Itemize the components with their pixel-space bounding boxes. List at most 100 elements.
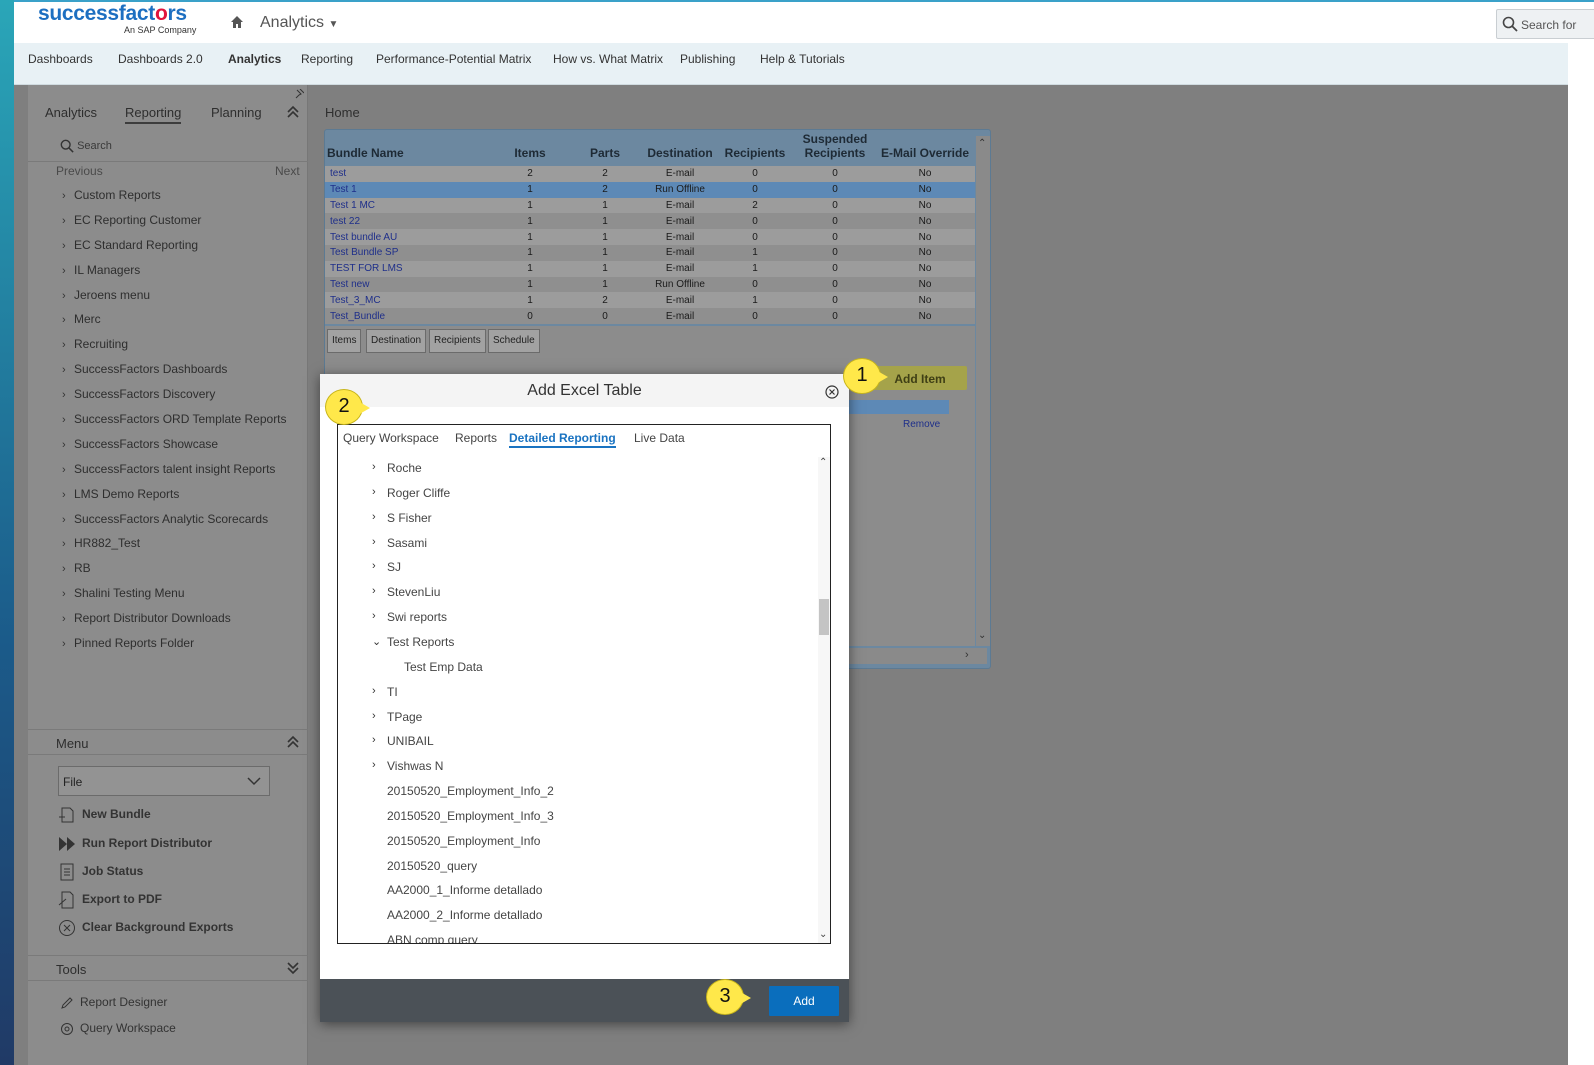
chevron-right-icon[interactable]: › <box>372 560 376 572</box>
tree-folder[interactable]: › S Fisher <box>372 511 432 525</box>
subtab-destination[interactable]: Destination <box>366 329 427 353</box>
sidebar-folder-item[interactable]: › Jeroens menu <box>62 288 287 313</box>
new-bundle-item[interactable]: New Bundle <box>58 806 151 824</box>
bundle-name-cell[interactable]: Test Bundle SP <box>325 244 495 261</box>
bundle-name-cell[interactable]: Test_3_MC <box>325 292 495 309</box>
panel-scrollbar[interactable]: ⌃ ⌄ <box>976 136 990 646</box>
tree-folder[interactable]: › TPage <box>372 710 422 724</box>
scroll-down-icon[interactable]: ⌄ <box>819 929 827 940</box>
nav-dashboards[interactable]: Dashboards <box>28 52 93 66</box>
column-header[interactable]: Destination <box>645 130 715 166</box>
chevron-down-icon[interactable]: ⌄ <box>372 635 381 648</box>
tree-folder[interactable]: › SJ <box>372 560 401 574</box>
selected-item-row[interactable] <box>845 400 949 414</box>
scroll-thumb[interactable] <box>819 599 829 635</box>
chevron-right-icon[interactable]: › <box>372 759 376 771</box>
chevron-right-icon[interactable]: › <box>372 511 376 523</box>
bundle-name-cell[interactable]: Test_Bundle <box>325 308 495 324</box>
run-report-distributor-item[interactable]: Run Report Distributor <box>58 835 212 853</box>
subtab-items[interactable]: Items <box>327 329 362 353</box>
nav-analytics[interactable]: Analytics <box>228 52 281 66</box>
app-switcher[interactable]: Analytics ▼ <box>260 14 338 32</box>
report-designer-item[interactable]: Report Designer <box>60 995 167 1010</box>
sidebar-folder-item[interactable]: › SuccessFactors Discovery <box>62 387 287 412</box>
sidebar-folder-item[interactable]: › SuccessFactors Showcase <box>62 437 287 462</box>
sidebar-folder-item[interactable]: › EC Reporting Customer <box>62 213 287 238</box>
scroll-down-icon[interactable]: ⌄ <box>978 630 986 641</box>
nav-how-vs-what[interactable]: How vs. What Matrix <box>553 52 663 66</box>
tab-reporting[interactable]: Reporting <box>125 105 182 124</box>
column-header[interactable]: Suspended Recipients <box>795 130 875 166</box>
sidebar-folder-item[interactable]: › Recruiting <box>62 337 287 362</box>
chevron-right-icon[interactable]: › <box>372 461 376 473</box>
dialog-tab-query-workspace[interactable]: Query Workspace <box>343 431 439 445</box>
chevron-right-icon[interactable]: › <box>372 710 376 722</box>
column-header[interactable]: E-Mail Override <box>875 130 975 166</box>
page-scrollbar[interactable] <box>1568 43 1594 1065</box>
query-workspace-item[interactable]: Query Workspace <box>60 1021 176 1036</box>
tab-analytics[interactable]: Analytics <box>45 105 97 120</box>
nav-dashboards-2[interactable]: Dashboards 2.0 <box>118 52 203 66</box>
scroll-up-icon[interactable]: ⌃ <box>978 138 986 149</box>
tree-report-item[interactable]: ABN comp query <box>387 933 478 943</box>
tree-report-item[interactable]: Test Emp Data <box>404 660 483 674</box>
dialog-tab-detailed-reporting[interactable]: Detailed Reporting <box>509 431 616 448</box>
chevron-right-icon[interactable]: › <box>372 585 376 597</box>
table-row[interactable]: Test 1 MC 1 1 E-mail 2 0 No <box>325 197 975 214</box>
tree-report-item[interactable]: 20150520_Employment_Info_2 <box>387 784 554 798</box>
bundle-name-cell[interactable]: test 22 <box>325 213 495 230</box>
table-row[interactable]: Test_3_MC 1 2 E-mail 1 0 No <box>325 292 975 309</box>
bundle-name-cell[interactable]: Test bundle AU <box>325 229 495 245</box>
sidebar-folder-item[interactable]: › SuccessFactors Dashboards <box>62 362 287 387</box>
previous-link[interactable]: Previous <box>56 164 103 178</box>
scroll-up-icon[interactable]: ⌃ <box>819 457 827 468</box>
nav-reporting[interactable]: Reporting <box>301 52 353 66</box>
tools-section-header[interactable]: Tools <box>28 955 308 981</box>
home-icon[interactable] <box>230 15 244 29</box>
scroll-right-icon[interactable]: › <box>965 649 969 661</box>
tree-folder[interactable]: › Vishwas N <box>372 759 443 773</box>
subtab-schedule[interactable]: Schedule <box>488 329 540 353</box>
column-header[interactable]: Items <box>495 130 565 166</box>
remove-link[interactable]: Remove <box>903 419 940 430</box>
file-select[interactable]: File <box>58 766 270 796</box>
table-row[interactable]: test 2 2 E-mail 0 0 No <box>325 166 975 182</box>
chevron-right-icon[interactable]: › <box>372 610 376 622</box>
breadcrumb[interactable]: Home <box>325 105 360 120</box>
global-search[interactable]: Search for <box>1496 9 1594 39</box>
nav-publishing[interactable]: Publishing <box>680 52 735 66</box>
tab-planning[interactable]: Planning <box>211 105 262 120</box>
successfactors-logo[interactable]: successfactors An SAP Company <box>38 2 196 35</box>
clear-background-exports-item[interactable]: Clear Background Exports <box>58 919 233 937</box>
tree-folder[interactable]: › UNIBAIL <box>372 734 434 748</box>
dialog-tab-live-data[interactable]: Live Data <box>634 431 685 445</box>
tree-folder[interactable]: › Roche <box>372 461 422 475</box>
sidebar-folder-item[interactable]: › RB <box>62 561 287 586</box>
table-row[interactable]: test 22 1 1 E-mail 0 0 No <box>325 213 975 230</box>
tree-report-item[interactable]: AA2000_1_Informe detallado <box>387 883 542 897</box>
sidebar-folder-item[interactable]: › SuccessFactors Analytic Scorecards <box>62 512 287 537</box>
expand-down-icon[interactable] <box>286 961 300 975</box>
bundle-name-cell[interactable]: TEST FOR LMS <box>325 260 495 277</box>
sidebar-folder-item[interactable]: › SuccessFactors ORD Template Reports <box>62 412 287 437</box>
tree-folder[interactable]: › Roger Cliffe <box>372 486 450 500</box>
tree-folder[interactable]: ⌄ Test Reports <box>372 635 454 649</box>
column-header[interactable]: Recipients <box>715 130 795 166</box>
tree-report-item[interactable]: 20150520_query <box>387 859 477 873</box>
column-header[interactable]: Bundle Name <box>325 130 495 166</box>
nav-help-tutorials[interactable]: Help & Tutorials <box>760 52 845 66</box>
tree-folder[interactable]: › Sasami <box>372 536 427 550</box>
table-row[interactable]: Test Bundle SP 1 1 E-mail 1 0 No <box>325 244 975 261</box>
job-status-item[interactable]: Job Status <box>58 863 143 881</box>
dialog-scrollbar[interactable]: ⌃ ⌄ <box>818 457 830 943</box>
table-row[interactable]: Test bundle AU 1 1 E-mail 0 0 No <box>325 229 975 245</box>
add-button[interactable]: Add <box>769 986 839 1016</box>
menu-section-header[interactable]: Menu <box>28 729 308 755</box>
tree-report-item[interactable]: AA2000_2_Informe detallado <box>387 908 542 922</box>
sidebar-folder-item[interactable]: › LMS Demo Reports <box>62 487 287 512</box>
sidebar-folder-item[interactable]: › Report Distributor Downloads <box>62 611 287 636</box>
sidebar-folder-item[interactable]: › Merc <box>62 312 287 337</box>
table-row[interactable]: Test 1 1 2 Run Offline 0 0 No <box>325 181 975 198</box>
bundle-name-cell[interactable]: test <box>325 166 495 182</box>
next-link[interactable]: Next <box>275 164 300 178</box>
